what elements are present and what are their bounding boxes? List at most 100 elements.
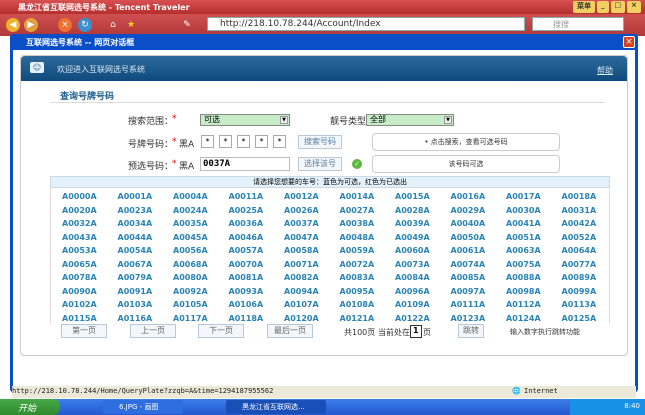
plate-number-cell[interactable]: A0124A xyxy=(506,314,541,323)
plate-number-cell[interactable]: A0024A xyxy=(173,206,208,215)
plate-number-cell[interactable]: A0120A xyxy=(284,314,319,323)
plate-number-cell[interactable]: A0017A xyxy=(506,192,541,201)
plate-number-cell[interactable]: A0053A xyxy=(62,246,97,255)
plate-number-cell[interactable]: A0070A xyxy=(229,260,264,269)
plate-number-cell[interactable]: A0032A xyxy=(62,219,97,228)
last-page-button[interactable]: 最后一页 xyxy=(267,324,313,338)
plate-number-cell[interactable]: A0031A xyxy=(562,206,597,215)
plate-number-cell[interactable]: A0052A xyxy=(562,233,597,242)
plate-number-cell[interactable]: A0102A xyxy=(62,300,97,309)
plate-number-cell[interactable]: A0035A xyxy=(173,219,208,228)
forward-icon[interactable]: ▶ xyxy=(24,18,38,32)
plate-number-cell[interactable]: A0089A xyxy=(562,273,597,282)
help-link[interactable]: 帮助 xyxy=(597,65,613,76)
clean-icon[interactable]: ✎ xyxy=(180,18,194,32)
plate-number-cell[interactable]: A0028A xyxy=(395,206,430,215)
plate-number-cell[interactable]: A0125A xyxy=(562,314,597,323)
plate-number-cell[interactable]: A0011A xyxy=(229,192,264,201)
plate-number-cell[interactable]: A0061A xyxy=(451,246,486,255)
jump-button[interactable]: 跳转 xyxy=(458,324,484,338)
refresh-icon[interactable]: ↻ xyxy=(78,18,92,32)
plate-number-cell[interactable]: A0081A xyxy=(229,273,264,282)
menu-button[interactable]: 菜单 xyxy=(573,1,595,13)
plate-char-1[interactable]: * xyxy=(201,135,214,148)
plate-number-cell[interactable]: A0036A xyxy=(229,219,264,228)
plate-char-5[interactable]: * xyxy=(273,135,286,148)
plate-number-cell[interactable]: A0060A xyxy=(395,246,430,255)
plate-number-cell[interactable]: A0012A xyxy=(284,192,319,201)
plate-number-cell[interactable]: A0080A xyxy=(173,273,208,282)
plate-number-cell[interactable]: A0044A xyxy=(118,233,153,242)
plate-number-cell[interactable]: A0077A xyxy=(562,260,597,269)
plate-number-cell[interactable]: A0018A xyxy=(562,192,597,201)
address-bar[interactable]: http://218.10.78.244/Account/Index xyxy=(207,17,525,31)
next-page-button[interactable]: 下一页 xyxy=(198,324,244,338)
plate-number-cell[interactable]: A0084A xyxy=(395,273,430,282)
plate-number-cell[interactable]: A0020A xyxy=(62,206,97,215)
plate-number-cell[interactable]: A0122A xyxy=(395,314,430,323)
page-input[interactable]: 1 xyxy=(410,325,422,338)
plate-number-cell[interactable]: A0078A xyxy=(62,273,97,282)
plate-number-cell[interactable]: A0112A xyxy=(506,300,541,309)
plate-number-cell[interactable]: A0096A xyxy=(395,287,430,296)
plate-number-cell[interactable]: A0043A xyxy=(62,233,97,242)
close-window-button[interactable]: × xyxy=(627,1,641,13)
plate-number-cell[interactable]: A0064A xyxy=(562,246,597,255)
plate-number-cell[interactable]: A0016A xyxy=(451,192,486,201)
plate-number-cell[interactable]: A0038A xyxy=(340,219,375,228)
plate-number-cell[interactable]: A0116A xyxy=(118,314,153,323)
plate-number-cell[interactable]: A0065A xyxy=(62,260,97,269)
select-number-button[interactable]: 选择该号 xyxy=(298,157,342,171)
plate-number-cell[interactable]: A0046A xyxy=(229,233,264,242)
minimize-button[interactable]: _ xyxy=(597,1,609,13)
plate-number-cell[interactable]: A0074A xyxy=(451,260,486,269)
plate-number-cell[interactable]: A0098A xyxy=(506,287,541,296)
plate-char-3[interactable]: * xyxy=(237,135,250,148)
plate-char-4[interactable]: * xyxy=(255,135,268,148)
plate-number-cell[interactable]: A0041A xyxy=(506,219,541,228)
plate-number-cell[interactable]: A0000A xyxy=(62,192,97,201)
dialog-close-button[interactable]: × xyxy=(623,36,635,48)
maximize-button[interactable]: □ xyxy=(610,1,626,13)
plate-number-cell[interactable]: A0091A xyxy=(118,287,153,296)
plate-number-cell[interactable]: A0092A xyxy=(173,287,208,296)
plate-number-cell[interactable]: A0001A xyxy=(118,192,153,201)
favorites-icon[interactable]: ★ xyxy=(124,18,138,32)
plate-number-cell[interactable]: A0118A xyxy=(229,314,264,323)
plate-char-2[interactable]: * xyxy=(219,135,232,148)
plate-number-cell[interactable]: A0095A xyxy=(340,287,375,296)
plate-number-cell[interactable]: A0063A xyxy=(506,246,541,255)
taskbar-item[interactable]: 6.JPG - 画图 xyxy=(103,400,183,414)
plate-number-cell[interactable]: A0030A xyxy=(506,206,541,215)
plate-number-cell[interactable]: A0057A xyxy=(229,246,264,255)
plate-number-cell[interactable]: A0088A xyxy=(506,273,541,282)
plate-number-cell[interactable]: A0103A xyxy=(118,300,153,309)
plate-number-cell[interactable]: A0004A xyxy=(173,192,208,201)
plate-number-cell[interactable]: A0050A xyxy=(451,233,486,242)
plate-number-cell[interactable]: A0029A xyxy=(451,206,486,215)
back-icon[interactable]: ◀ xyxy=(6,18,20,32)
plate-number-cell[interactable]: A0048A xyxy=(340,233,375,242)
range-select[interactable]: 可选 ▼ xyxy=(200,114,290,126)
plate-number-cell[interactable]: A0113A xyxy=(562,300,597,309)
plate-number-cell[interactable]: A0097A xyxy=(451,287,486,296)
plate-number-cell[interactable]: A0023A xyxy=(118,206,153,215)
plate-number-cell[interactable]: A0121A xyxy=(340,314,375,323)
type-select[interactable]: 全部 ▼ xyxy=(366,114,454,126)
plate-number-cell[interactable]: A0075A xyxy=(506,260,541,269)
taskbar-item[interactable]: 黑龙江省互联网选... xyxy=(226,400,326,414)
plate-number-cell[interactable]: A0054A xyxy=(118,246,153,255)
plate-number-cell[interactable]: A0123A xyxy=(451,314,486,323)
plate-number-cell[interactable]: A0040A xyxy=(451,219,486,228)
plate-number-cell[interactable]: A0067A xyxy=(118,260,153,269)
plate-number-cell[interactable]: A0082A xyxy=(284,273,319,282)
plate-number-cell[interactable]: A0090A xyxy=(62,287,97,296)
plate-number-cell[interactable]: A0027A xyxy=(340,206,375,215)
plate-number-cell[interactable]: A0034A xyxy=(118,219,153,228)
prev-page-button[interactable]: 上一页 xyxy=(130,324,176,338)
plate-number-cell[interactable]: A0068A xyxy=(173,260,208,269)
plate-number-cell[interactable]: A0049A xyxy=(395,233,430,242)
plate-number-cell[interactable]: A0015A xyxy=(395,192,430,201)
plate-number-cell[interactable]: A0108A xyxy=(340,300,375,309)
plate-number-cell[interactable]: A0079A xyxy=(118,273,153,282)
